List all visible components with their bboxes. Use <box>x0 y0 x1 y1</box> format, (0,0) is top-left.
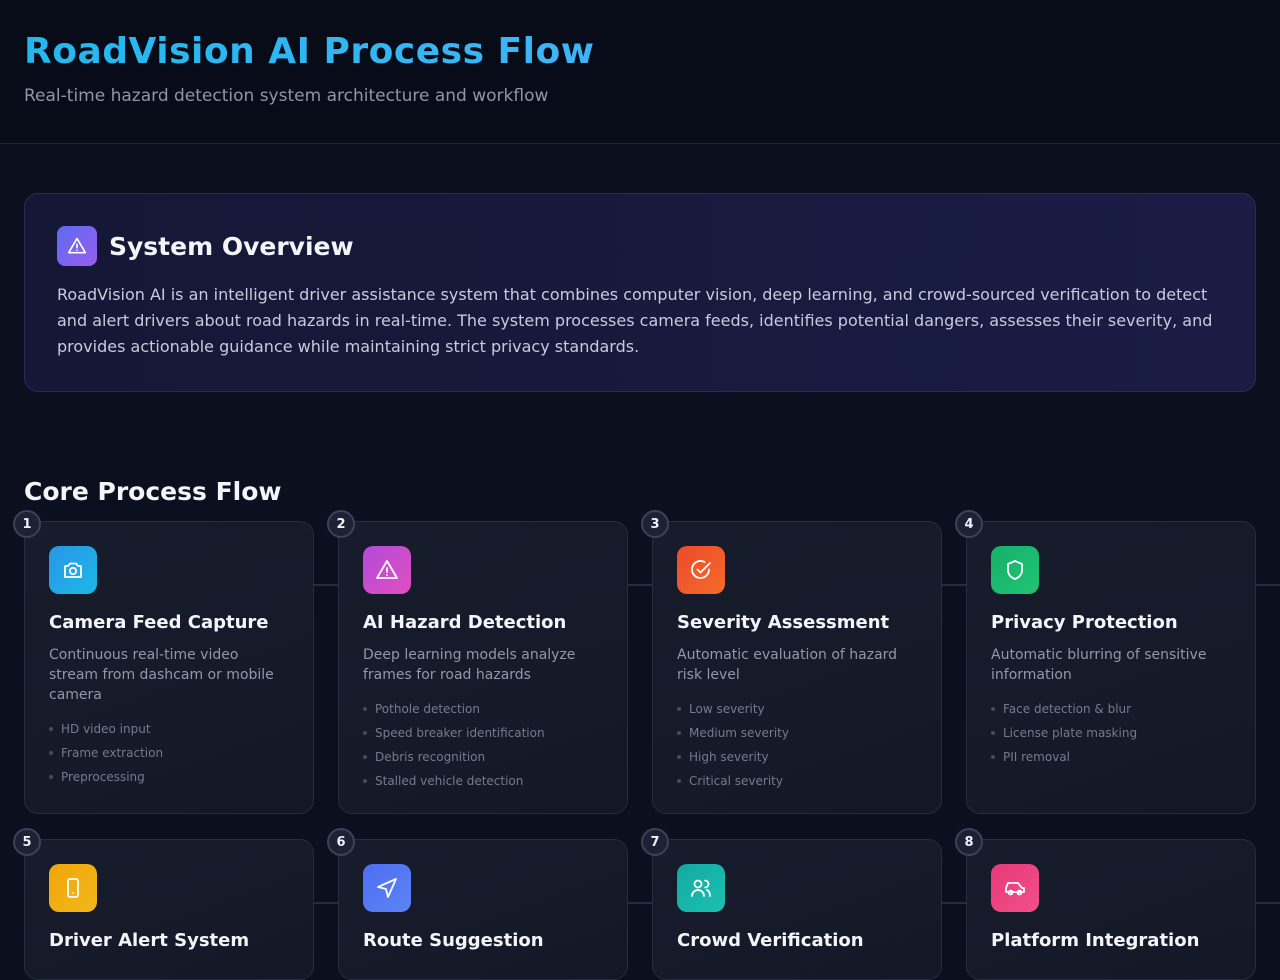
step-description: Automatic evaluation of hazard risk leve… <box>677 647 898 683</box>
list-item: Critical severity <box>677 769 917 793</box>
step-title: AI Hazard Detection <box>363 612 567 633</box>
step-feature-list: HD video input Frame extraction Preprocess… <box>49 717 289 789</box>
list-item: Stalled vehicle detection <box>363 769 603 793</box>
step-description: Deep learning models analyze frames for … <box>363 647 576 683</box>
step-title: Camera Feed Capture <box>49 612 269 633</box>
page-header: RoadVision AI Process Flow Real-time haz… <box>0 0 1280 144</box>
step-number-badge: 2 <box>327 510 355 538</box>
page-subtitle: Real-time hazard detection system archit… <box>24 86 549 106</box>
step-description: Automatic blurring of sensitive informat… <box>991 647 1207 683</box>
list-item: Face detection & blur <box>991 697 1231 721</box>
process-card: 3 Severity Assessment Automatic evaluation… <box>641 510 942 814</box>
alert-triangle-icon <box>363 546 411 594</box>
list-item: Debris recognition <box>363 745 603 769</box>
step-feature-list: Pothole detection Speed breaker identific… <box>363 697 603 793</box>
list-item: Preprocessing <box>49 765 289 789</box>
flow-connector <box>314 902 338 904</box>
list-item: PII removal <box>991 745 1231 769</box>
check-circle-icon <box>677 546 725 594</box>
overview-header: System Overview <box>57 226 1223 266</box>
list-item: Speed breaker identification <box>363 721 603 745</box>
flow-connector <box>314 584 338 586</box>
flow-connector <box>942 902 966 904</box>
process-card: 2 AI Hazard Detection Deep learning models… <box>327 510 628 814</box>
alert-triangle-icon <box>57 226 97 266</box>
step-title: Route Suggestion <box>363 930 544 951</box>
step-feature-list: Low severity Medium severity High severity… <box>677 697 917 793</box>
process-card: 7 Crowd Verification <box>641 828 942 980</box>
step-title: Driver Alert System <box>49 930 250 951</box>
users-icon <box>677 864 725 912</box>
list-item: License plate masking <box>991 721 1231 745</box>
navigation-icon <box>363 864 411 912</box>
step-number-badge: 7 <box>641 828 669 856</box>
process-card: 8 Platform Integration <box>955 828 1256 980</box>
smartphone-icon <box>49 864 97 912</box>
step-number-badge: 8 <box>955 828 983 856</box>
list-item: HD video input <box>49 717 289 741</box>
step-title: Severity Assessment <box>677 612 890 633</box>
step-feature-list: Face detection & blur License plate maski… <box>991 697 1231 769</box>
process-card: 6 Route Suggestion <box>327 828 628 980</box>
process-card: 1 Camera Feed Capture Continuous real-time… <box>13 510 314 814</box>
list-item: Low severity <box>677 697 917 721</box>
process-card: 5 Driver Alert System <box>13 828 314 980</box>
flow-connector <box>942 584 966 586</box>
process-card: 4 Privacy Protection Automatic blurring of… <box>955 510 1256 814</box>
car-icon <box>991 864 1039 912</box>
list-item: Frame extraction <box>49 741 289 765</box>
flow-connector <box>1256 902 1280 904</box>
step-title: Platform Integration <box>991 930 1200 951</box>
overview-text: RoadVision AI is an intelligent driver a… <box>57 285 1213 356</box>
step-description: Continuous real-time video stream from d… <box>49 647 274 703</box>
system-overview-card: System Overview RoadVision AI is an inte… <box>24 193 1256 392</box>
page-title: RoadVision AI Process Flow <box>24 30 1256 74</box>
overview-title: System Overview <box>109 231 354 261</box>
shield-icon <box>991 546 1039 594</box>
step-number-badge: 6 <box>327 828 355 856</box>
list-item: Medium severity <box>677 721 917 745</box>
list-item: Pothole detection <box>363 697 603 721</box>
step-title: Privacy Protection <box>991 612 1178 633</box>
flow-connector <box>1256 584 1280 586</box>
step-number-badge: 5 <box>13 828 41 856</box>
step-title: Crowd Verification <box>677 930 864 951</box>
step-number-badge: 4 <box>955 510 983 538</box>
process-section-title: Core Process Flow <box>24 476 282 506</box>
step-number-badge: 1 <box>13 510 41 538</box>
camera-icon <box>49 546 97 594</box>
flow-connector <box>628 584 652 586</box>
flow-connector <box>628 902 652 904</box>
step-number-badge: 3 <box>641 510 669 538</box>
list-item: High severity <box>677 745 917 769</box>
